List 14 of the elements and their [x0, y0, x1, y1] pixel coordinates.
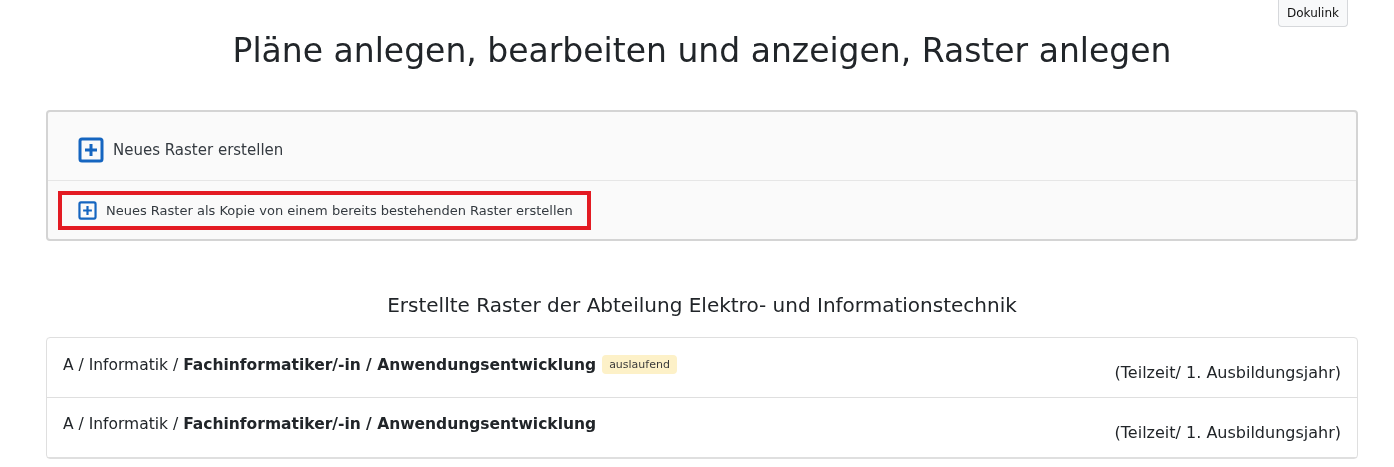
create-raster-link[interactable]: Neues Raster erstellen [58, 119, 302, 173]
raster-list-item[interactable]: A / Informatik / Fachinformatiker/-in / Anwendungsentwicklung (Teilzeit/ 1. Ausbildungsjahr) [47, 398, 1357, 458]
plus-square-icon [78, 200, 97, 220]
raster-path: A / Informatik / Fachinformatiker/-in / Anwendungsentwicklung [63, 415, 597, 433]
raster-path: A / Informatik / Fachinformatiker/-in / Anwendungsentwicklung [63, 355, 597, 374]
plus-square-icon [78, 137, 104, 163]
page-title: Pläne anlegen, bearbeiten und anzeigen, Raster anlegen [231, 31, 1173, 70]
documentation-link-button[interactable]: Dokulink [1278, 0, 1348, 27]
raster-details: (Teilzeit/ 1. Ausbildungsjahr) [1114, 422, 1341, 442]
raster-list-item[interactable]: A / Informatik / Fachinformatiker/-in / Anwendungsentwicklung auslaufend (Teilzeit/ 1. Ausbildungsjahr) [47, 338, 1357, 398]
status-badge: auslaufend [602, 355, 677, 374]
section-heading: Erstellte Raster der Abteilung Elektro- und Informationstechnik [386, 293, 1018, 317]
raster-details: (Teilzeit/ 1. Ausbildungsjahr) [1114, 362, 1341, 382]
create-raster-link[interactable]: Neues Raster als Kopie von einem bereits bestehenden Raster erstellen [58, 190, 591, 230]
